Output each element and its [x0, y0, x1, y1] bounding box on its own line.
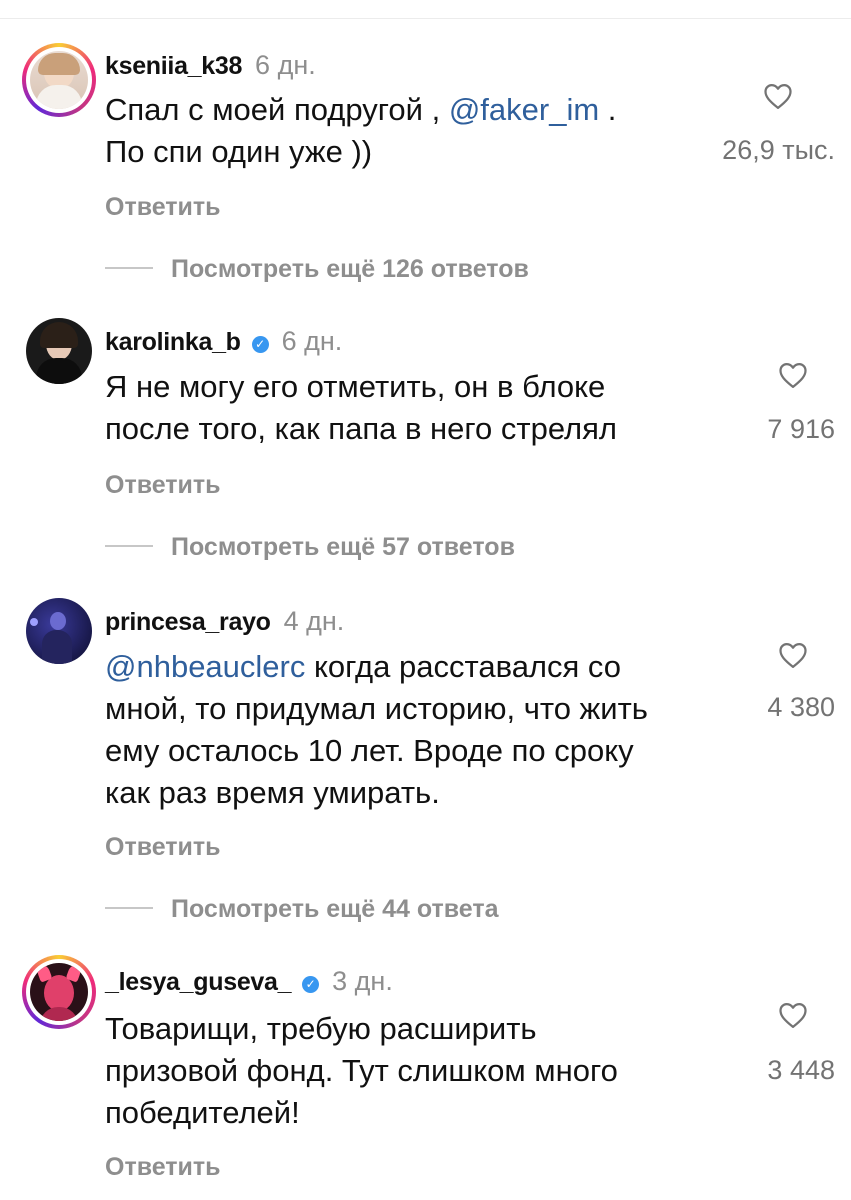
- heart-outline-icon[interactable]: [778, 1001, 808, 1029]
- comment-header: karolinka_b ✓ 6 дн.: [105, 326, 342, 357]
- comment-header: princesa_rayo 4 дн.: [105, 606, 344, 637]
- timestamp: 6 дн.: [255, 50, 316, 80]
- like-count: 26,9 тыс.: [722, 135, 835, 165]
- comment-text-segment: Я не могу его отметить, он в блоке: [105, 369, 606, 404]
- comment-text-segment: ему осталось 10 лет. Вроде по сроку: [105, 733, 634, 768]
- timestamp: 3 дн.: [332, 966, 393, 996]
- view-more-replies[interactable]: Посмотреть ещё 126 ответов: [105, 255, 529, 284]
- reply-button[interactable]: Ответить: [105, 471, 221, 500]
- comment-text-segment: Спал с моей подругой ,: [105, 92, 449, 127]
- mention-link[interactable]: @faker_im: [449, 92, 599, 127]
- reply-button[interactable]: Ответить: [105, 833, 221, 862]
- verified-badge-icon: ✓: [251, 336, 269, 353]
- view-more-label: Посмотреть ещё 126 ответов: [171, 255, 529, 283]
- comment-text-segment: призовой фонд. Тут слишком много: [105, 1053, 618, 1088]
- heart-outline-icon[interactable]: [778, 361, 808, 389]
- username[interactable]: kseniia_k38: [105, 52, 242, 80]
- like-count: 3 448: [767, 1055, 835, 1085]
- username[interactable]: karolinka_b: [105, 328, 241, 356]
- timestamp: 6 дн.: [281, 326, 343, 356]
- comment-text: @nhbeauclerc когда расставался со мной, т…: [105, 646, 745, 814]
- view-more-label: Посмотреть ещё 57 ответов: [171, 533, 515, 561]
- view-more-label: Посмотреть ещё 44 ответа: [171, 895, 499, 923]
- mention-link[interactable]: @nhbeauclerc: [105, 649, 305, 684]
- comment-text-segment: Товарищи, требую расширить: [105, 1011, 537, 1046]
- avatar[interactable]: [26, 598, 92, 664]
- comment-text-segment: По спи один уже )): [105, 134, 373, 169]
- comment-header: _lesya_guseva_ ✓ 3 дн.: [105, 966, 393, 997]
- view-more-replies[interactable]: Посмотреть ещё 44 ответа: [105, 895, 499, 924]
- top-divider: [0, 18, 851, 19]
- username[interactable]: princesa_rayo: [105, 608, 271, 636]
- divider: [105, 545, 153, 547]
- comment-text-segment: победителей!: [105, 1095, 300, 1130]
- comment-text-segment: мной, то придумал историю, что жить: [105, 691, 648, 726]
- heart-outline-icon[interactable]: [778, 641, 808, 669]
- username[interactable]: _lesya_guseva_: [105, 968, 292, 996]
- comment-header: kseniia_k38 6 дн.: [105, 50, 316, 81]
- comment-text-segment: как раз время умирать.: [105, 775, 440, 810]
- avatar[interactable]: [26, 318, 92, 384]
- verified-badge-icon: ✓: [302, 976, 320, 993]
- avatar[interactable]: [22, 955, 96, 1029]
- avatar[interactable]: [22, 43, 96, 117]
- divider: [105, 907, 153, 909]
- view-more-replies[interactable]: Посмотреть ещё 57 ответов: [105, 533, 515, 562]
- comment-text: Спал с моей подругой , @faker_im . По спи…: [105, 89, 745, 173]
- comment-text-segment: после того, как папа в него стрелял: [105, 411, 618, 446]
- heart-outline-icon[interactable]: [763, 82, 793, 110]
- like-count: 4 380: [767, 692, 835, 722]
- reply-button[interactable]: Ответить: [105, 1153, 221, 1182]
- like-count: 7 916: [767, 414, 835, 444]
- reply-button[interactable]: Ответить: [105, 193, 221, 222]
- comment-text-segment: когда расставался со: [305, 649, 622, 684]
- comment-text-segment: .: [599, 92, 617, 127]
- comment-text: Я не могу его отметить, он в блоке после …: [105, 366, 745, 450]
- divider: [105, 267, 153, 269]
- comment-text: Товарищи, требую расширить призовой фонд.…: [105, 1008, 745, 1134]
- timestamp: 4 дн.: [283, 606, 345, 636]
